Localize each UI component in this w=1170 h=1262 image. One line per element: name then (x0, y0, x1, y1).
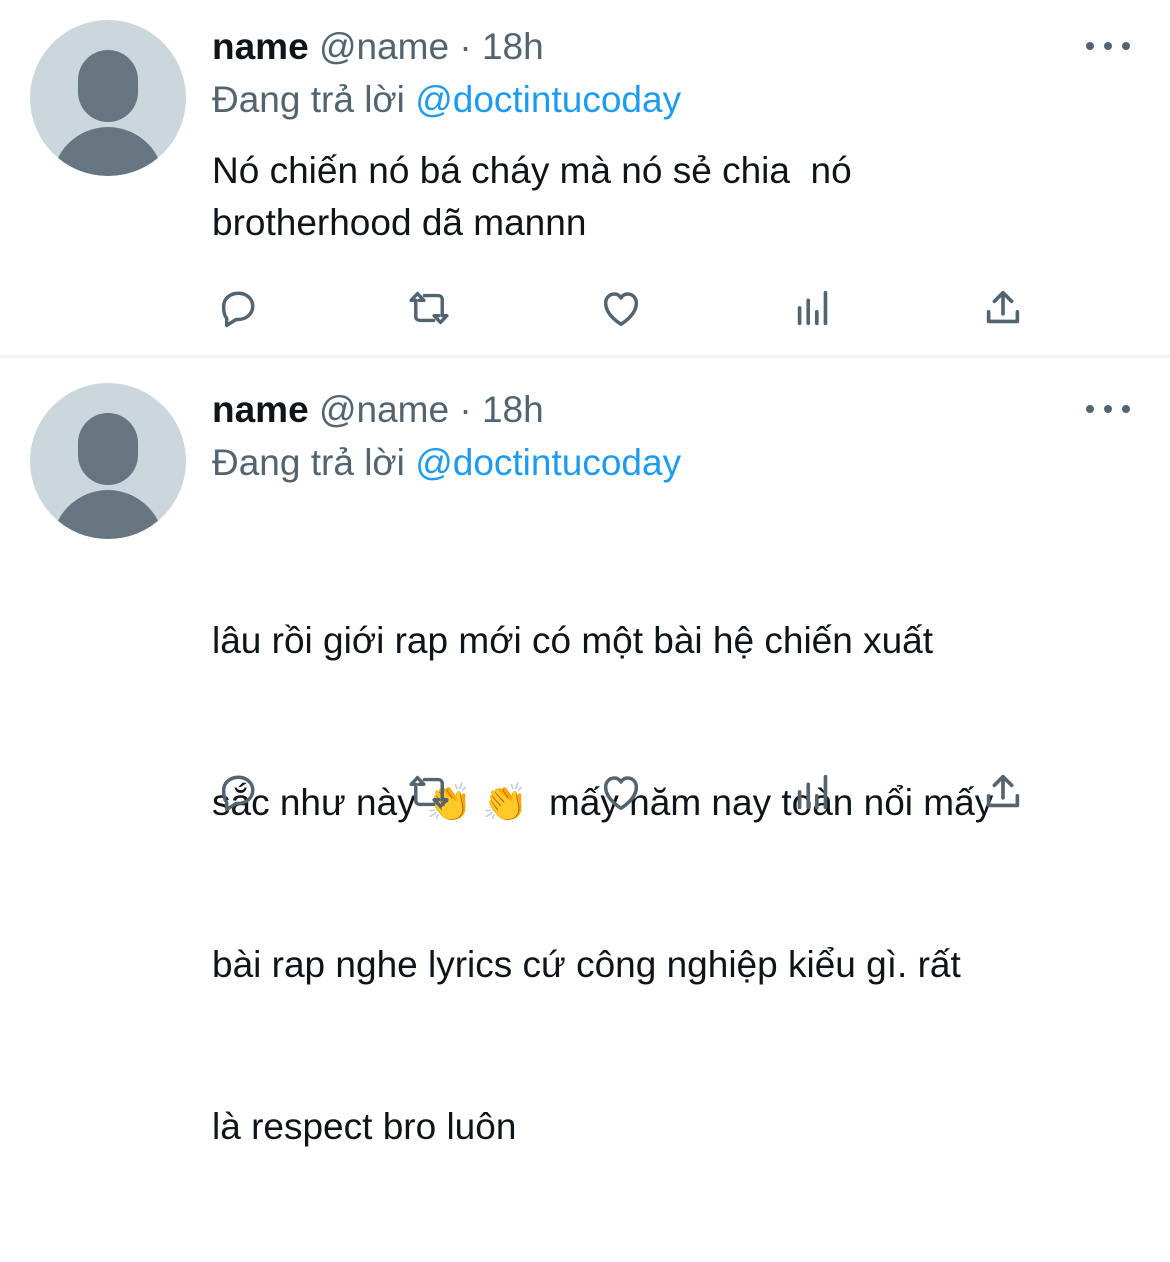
reply-icon (221, 775, 255, 812)
retweet-icon (409, 775, 449, 809)
like-icon (603, 776, 639, 811)
share-button[interactable] (977, 767, 1029, 817)
tweet-text: lâu rồi giới rap mới có một bài hệ chiến… (212, 506, 1142, 1262)
tweet-text-line: là respect bro luôn (212, 1106, 517, 1147)
share-icon (986, 774, 1020, 808)
stats-icon (797, 774, 828, 810)
tweet-body: lâu rồi giới rap mới có một bài hệ chiến… (0, 0, 1170, 1147)
like-button[interactable] (595, 767, 647, 817)
tweet-text-line: bài rap nghe lyrics cứ công nghiệp kiểu … (212, 944, 961, 985)
tweet-text-line: lâu rồi giới rap mới có một bài hệ chiến… (212, 620, 934, 661)
action-bar (0, 767, 1170, 817)
stats-button[interactable] (787, 767, 839, 817)
retweet-button[interactable] (403, 767, 455, 817)
reply-button[interactable] (212, 767, 264, 817)
